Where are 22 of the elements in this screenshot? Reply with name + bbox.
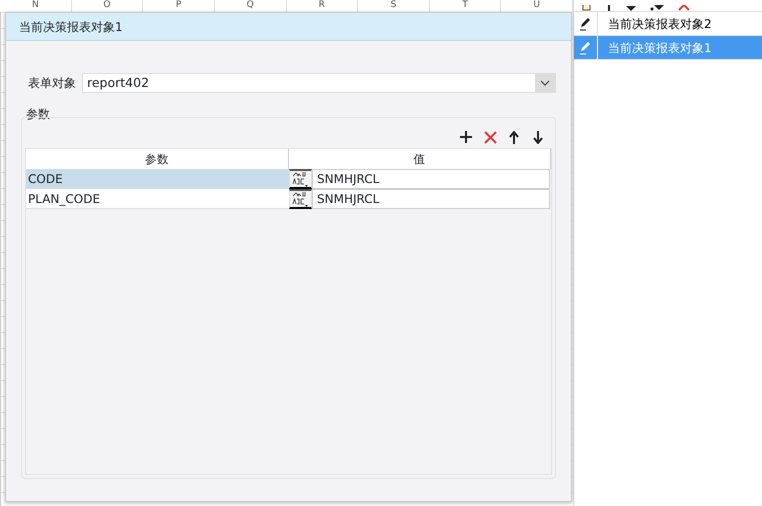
column-header: 参数 [26, 149, 289, 169]
dialog-title: 当前决策报表对象1 [19, 18, 123, 36]
plus-icon [460, 131, 472, 143]
add-button[interactable] [457, 128, 475, 146]
value-field[interactable]: SNMHJRCL [312, 169, 550, 189]
arrow-up-icon [509, 130, 519, 144]
value-field[interactable]: SNMHJRCL [312, 189, 550, 209]
form-object-dropdown[interactable]: report402 [82, 73, 556, 93]
type-button[interactable] [289, 189, 312, 209]
column-header: 值 [289, 149, 551, 169]
form-object-label: 表单对象 [28, 75, 76, 92]
pencil-icon [578, 16, 593, 31]
table-cell[interactable]: CODE [26, 169, 289, 189]
arrow-down-icon [533, 130, 543, 144]
table-cell[interactable]: PLAN_CODE [26, 189, 289, 209]
pencil-icon [578, 40, 593, 55]
text-type-icon [292, 191, 309, 207]
dropdown-button[interactable] [535, 74, 555, 92]
object-list-item[interactable]: 当前决策报表对象2 [574, 12, 762, 36]
type-button[interactable] [289, 169, 312, 189]
text-type-icon [292, 171, 309, 187]
chevron-down-icon [540, 80, 550, 86]
